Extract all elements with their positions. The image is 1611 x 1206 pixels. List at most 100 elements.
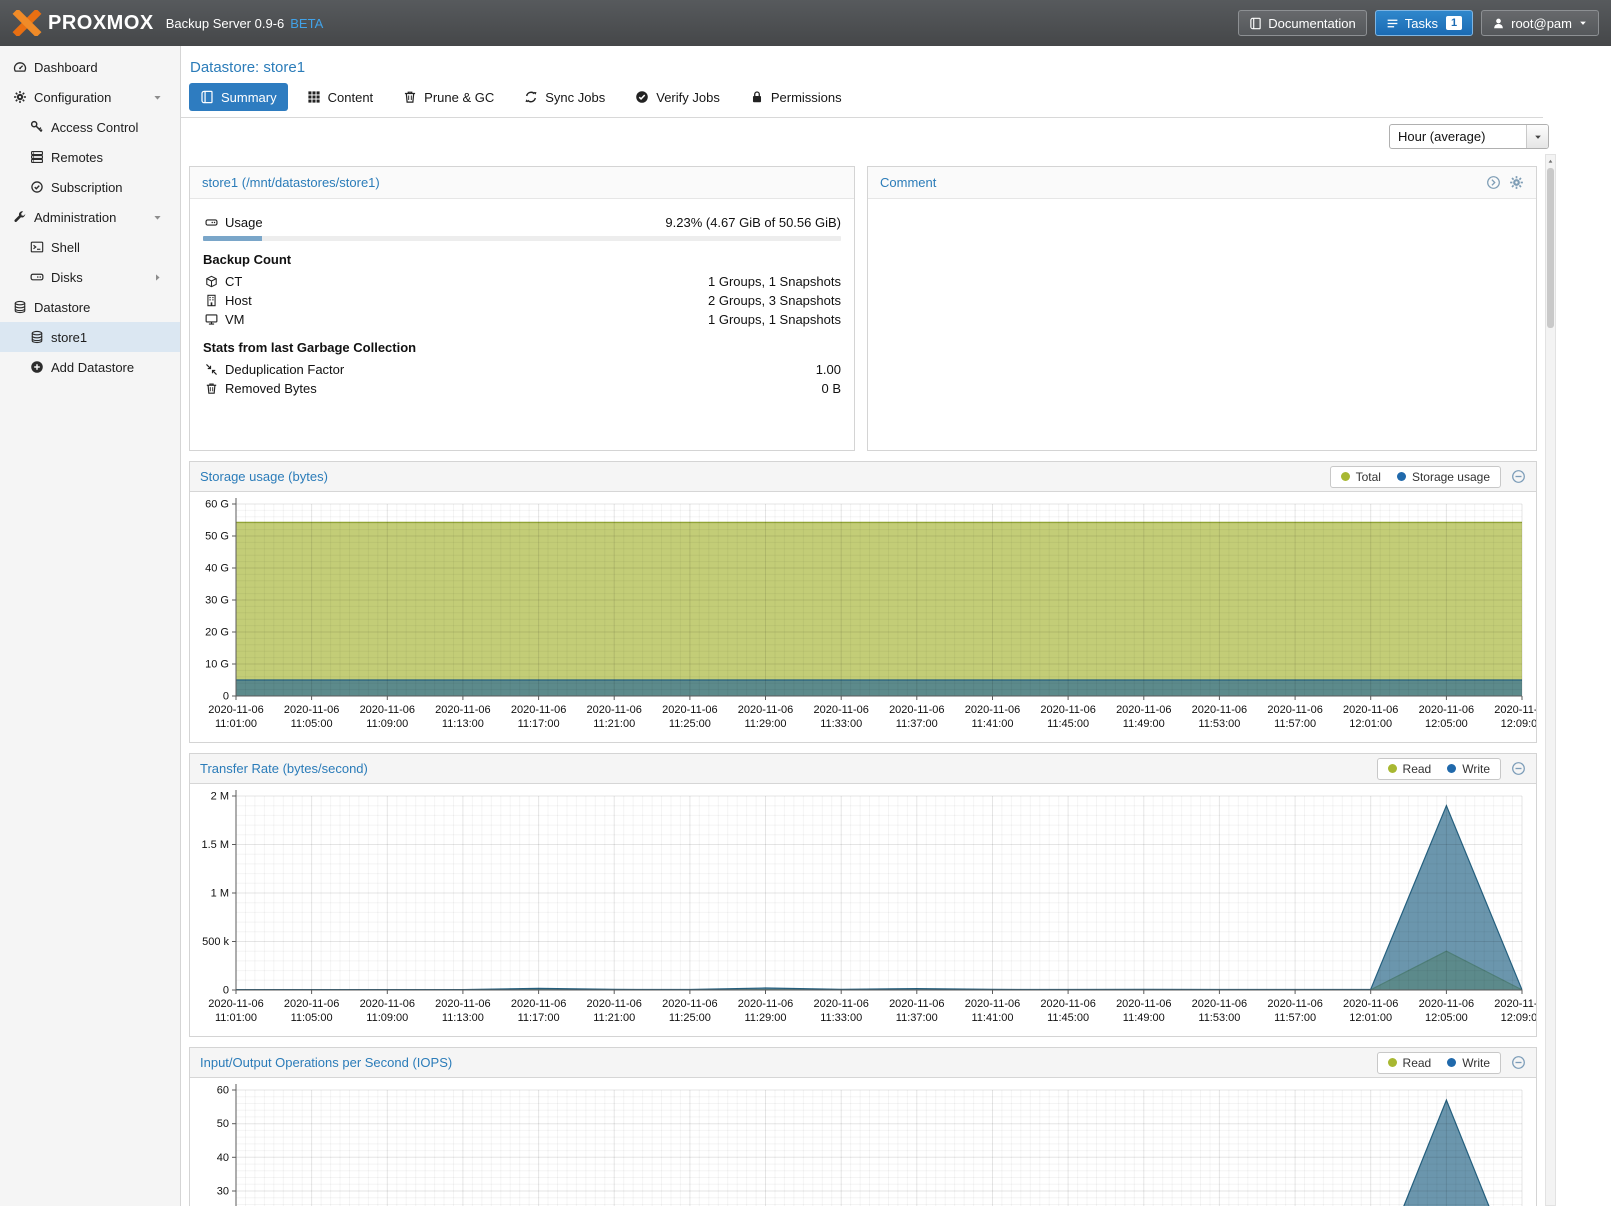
tab-summary[interactable]: Summary [189,83,288,111]
sidebar-item-label: Disks [51,270,83,285]
store-summary-panel: store1 (/mnt/datastores/store1) Usage 9.… [189,166,855,451]
legend-item-total[interactable]: Total [1341,470,1381,484]
caret-right-icon [149,272,166,283]
usage-progress-fill [203,236,262,241]
stat-label: Deduplication Factor [225,362,344,377]
svg-text:2020-11-06: 2020-11-06 [284,704,339,716]
svg-text:2020-11-06: 2020-11-06 [1040,704,1095,716]
tab-permissions[interactable]: Permissions [739,83,853,111]
svg-text:2020-11-06: 2020-11-06 [1116,704,1171,716]
product-subtitle: Backup Server 0.9-6 [166,16,285,31]
legend-item-write[interactable]: Write [1447,1056,1490,1070]
key-icon [28,120,45,134]
scroll-up-button[interactable] [1546,155,1555,167]
sidebar-item-shell[interactable]: Shell [0,232,180,262]
svg-text:2020-11-06: 2020-11-06 [1494,998,1536,1010]
subscription-icon [28,180,45,194]
svg-text:11:01:00: 11:01:00 [215,1012,257,1024]
svg-text:11:05:00: 11:05:00 [291,718,333,730]
sidebar-item-access-control[interactable]: Access Control [0,112,180,142]
svg-text:11:37:00: 11:37:00 [896,1012,938,1024]
circle-arrow-icon[interactable] [1486,175,1501,190]
proxmox-logo: PROXMOX [12,10,154,36]
tab-content[interactable]: Content [296,83,385,111]
comment-panel-header: Comment [868,167,1536,199]
user-menu-button[interactable]: root@pam [1481,10,1599,36]
svg-text:2020-11-06: 2020-11-06 [1040,998,1095,1010]
collapse-chart-icon[interactable] [1511,761,1526,776]
legend-item-storage-usage[interactable]: Storage usage [1397,470,1490,484]
stat-row-host: Host2 Groups, 3 Snapshots [203,291,841,310]
chart-header: Input/Output Operations per Second (IOPS… [190,1048,1536,1078]
tab-verify-jobs[interactable]: Verify Jobs [624,83,731,111]
svg-text:2020-11-06: 2020-11-06 [586,704,641,716]
sidebar-item-disks[interactable]: Disks [0,262,180,292]
documentation-button[interactable]: Documentation [1238,10,1366,36]
sidebar-item-subscription[interactable]: Subscription [0,172,180,202]
svg-text:2020-11-06: 2020-11-06 [435,704,490,716]
svg-text:2020-11-06: 2020-11-06 [813,998,868,1010]
sidebar-item-add-datastore[interactable]: Add Datastore [0,352,180,382]
tab-sync-jobs[interactable]: Sync Jobs [513,83,616,111]
collapse-chart-icon[interactable] [1511,1055,1526,1070]
svg-text:12:05:00: 12:05:00 [1425,718,1468,730]
comment-panel-body[interactable] [868,199,1536,450]
legend-item-write[interactable]: Write [1447,762,1490,776]
svg-text:40: 40 [217,1152,229,1164]
proxmox-x-icon [12,10,42,36]
comment-panel-title: Comment [880,175,936,190]
beta-link[interactable]: BETA [290,16,323,31]
legend-dot [1341,472,1350,481]
svg-text:2020-11-06: 2020-11-06 [511,704,566,716]
chart-canvas: 010 G20 G30 G40 G50 G60 G2020-11-0611:01… [190,492,1536,742]
tab-prune-gc[interactable]: Prune & GC [392,83,505,111]
sidebar-item-dashboard[interactable]: Dashboard [0,52,180,82]
svg-text:0: 0 [223,691,229,703]
sync-icon [524,90,538,104]
gauge-icon [11,60,28,74]
combo-trigger[interactable] [1526,125,1548,148]
stat-row-deduplication-factor: Deduplication Factor 1.00 [203,360,841,379]
sidebar-item-label: store1 [51,330,87,345]
legend-label: Read [1403,762,1432,776]
usage-label: Usage [225,215,263,230]
page-title: Datastore: store1 [181,46,1557,83]
svg-text:30 G: 30 G [205,595,229,607]
svg-text:11:53:00: 11:53:00 [1198,718,1240,730]
svg-text:11:45:00: 11:45:00 [1047,1012,1089,1024]
legend-item-read[interactable]: Read [1388,762,1432,776]
sidebar-item-store1[interactable]: store1 [0,322,180,352]
check-circle-icon [635,90,649,104]
scrollbar-thumb[interactable] [1547,168,1554,328]
legend-label: Write [1462,762,1490,776]
svg-text:1 M: 1 M [211,888,229,900]
svg-text:11:09:00: 11:09:00 [366,1012,408,1024]
summary-row: store1 (/mnt/datastores/store1) Usage 9.… [189,166,1537,451]
svg-text:12:05:00: 12:05:00 [1425,1012,1468,1024]
time-range-combo[interactable]: Hour (average) [1389,124,1549,149]
svg-text:50: 50 [217,1118,229,1130]
sidebar-item-remotes[interactable]: Remotes [0,142,180,172]
svg-text:2020-11-06: 2020-11-06 [1494,704,1536,716]
chart-title: Storage usage (bytes) [200,469,328,484]
sidebar-item-datastore[interactable]: Datastore [0,292,180,322]
gear-icon[interactable] [1509,175,1524,190]
svg-text:11:29:00: 11:29:00 [744,1012,786,1024]
sidebar-item-administration[interactable]: Administration [0,202,180,232]
stat-value: 2 Groups, 3 Snapshots [708,293,841,308]
stat-value: 1.00 [816,362,841,377]
chart-body: 0500 k1 M1.5 M2 M2020-11-0611:01:002020-… [190,784,1536,1036]
svg-text:11:25:00: 11:25:00 [669,718,711,730]
usage-progress-bar [203,236,841,241]
collapse-chart-icon[interactable] [1511,469,1526,484]
svg-text:2020-11-06: 2020-11-06 [738,998,793,1010]
svg-text:2020-11-06: 2020-11-06 [1267,704,1322,716]
content-scrollbar[interactable] [1545,154,1556,1206]
scroll-area: store1 (/mnt/datastores/store1) Usage 9.… [181,154,1557,1206]
tasks-button[interactable]: Tasks 1 [1375,10,1473,36]
svg-text:2020-11-06: 2020-11-06 [662,704,717,716]
legend-item-read[interactable]: Read [1388,1056,1432,1070]
stat-label: Removed Bytes [225,381,317,396]
sidebar-item-configuration[interactable]: Configuration [0,82,180,112]
cube-icon [203,275,219,288]
